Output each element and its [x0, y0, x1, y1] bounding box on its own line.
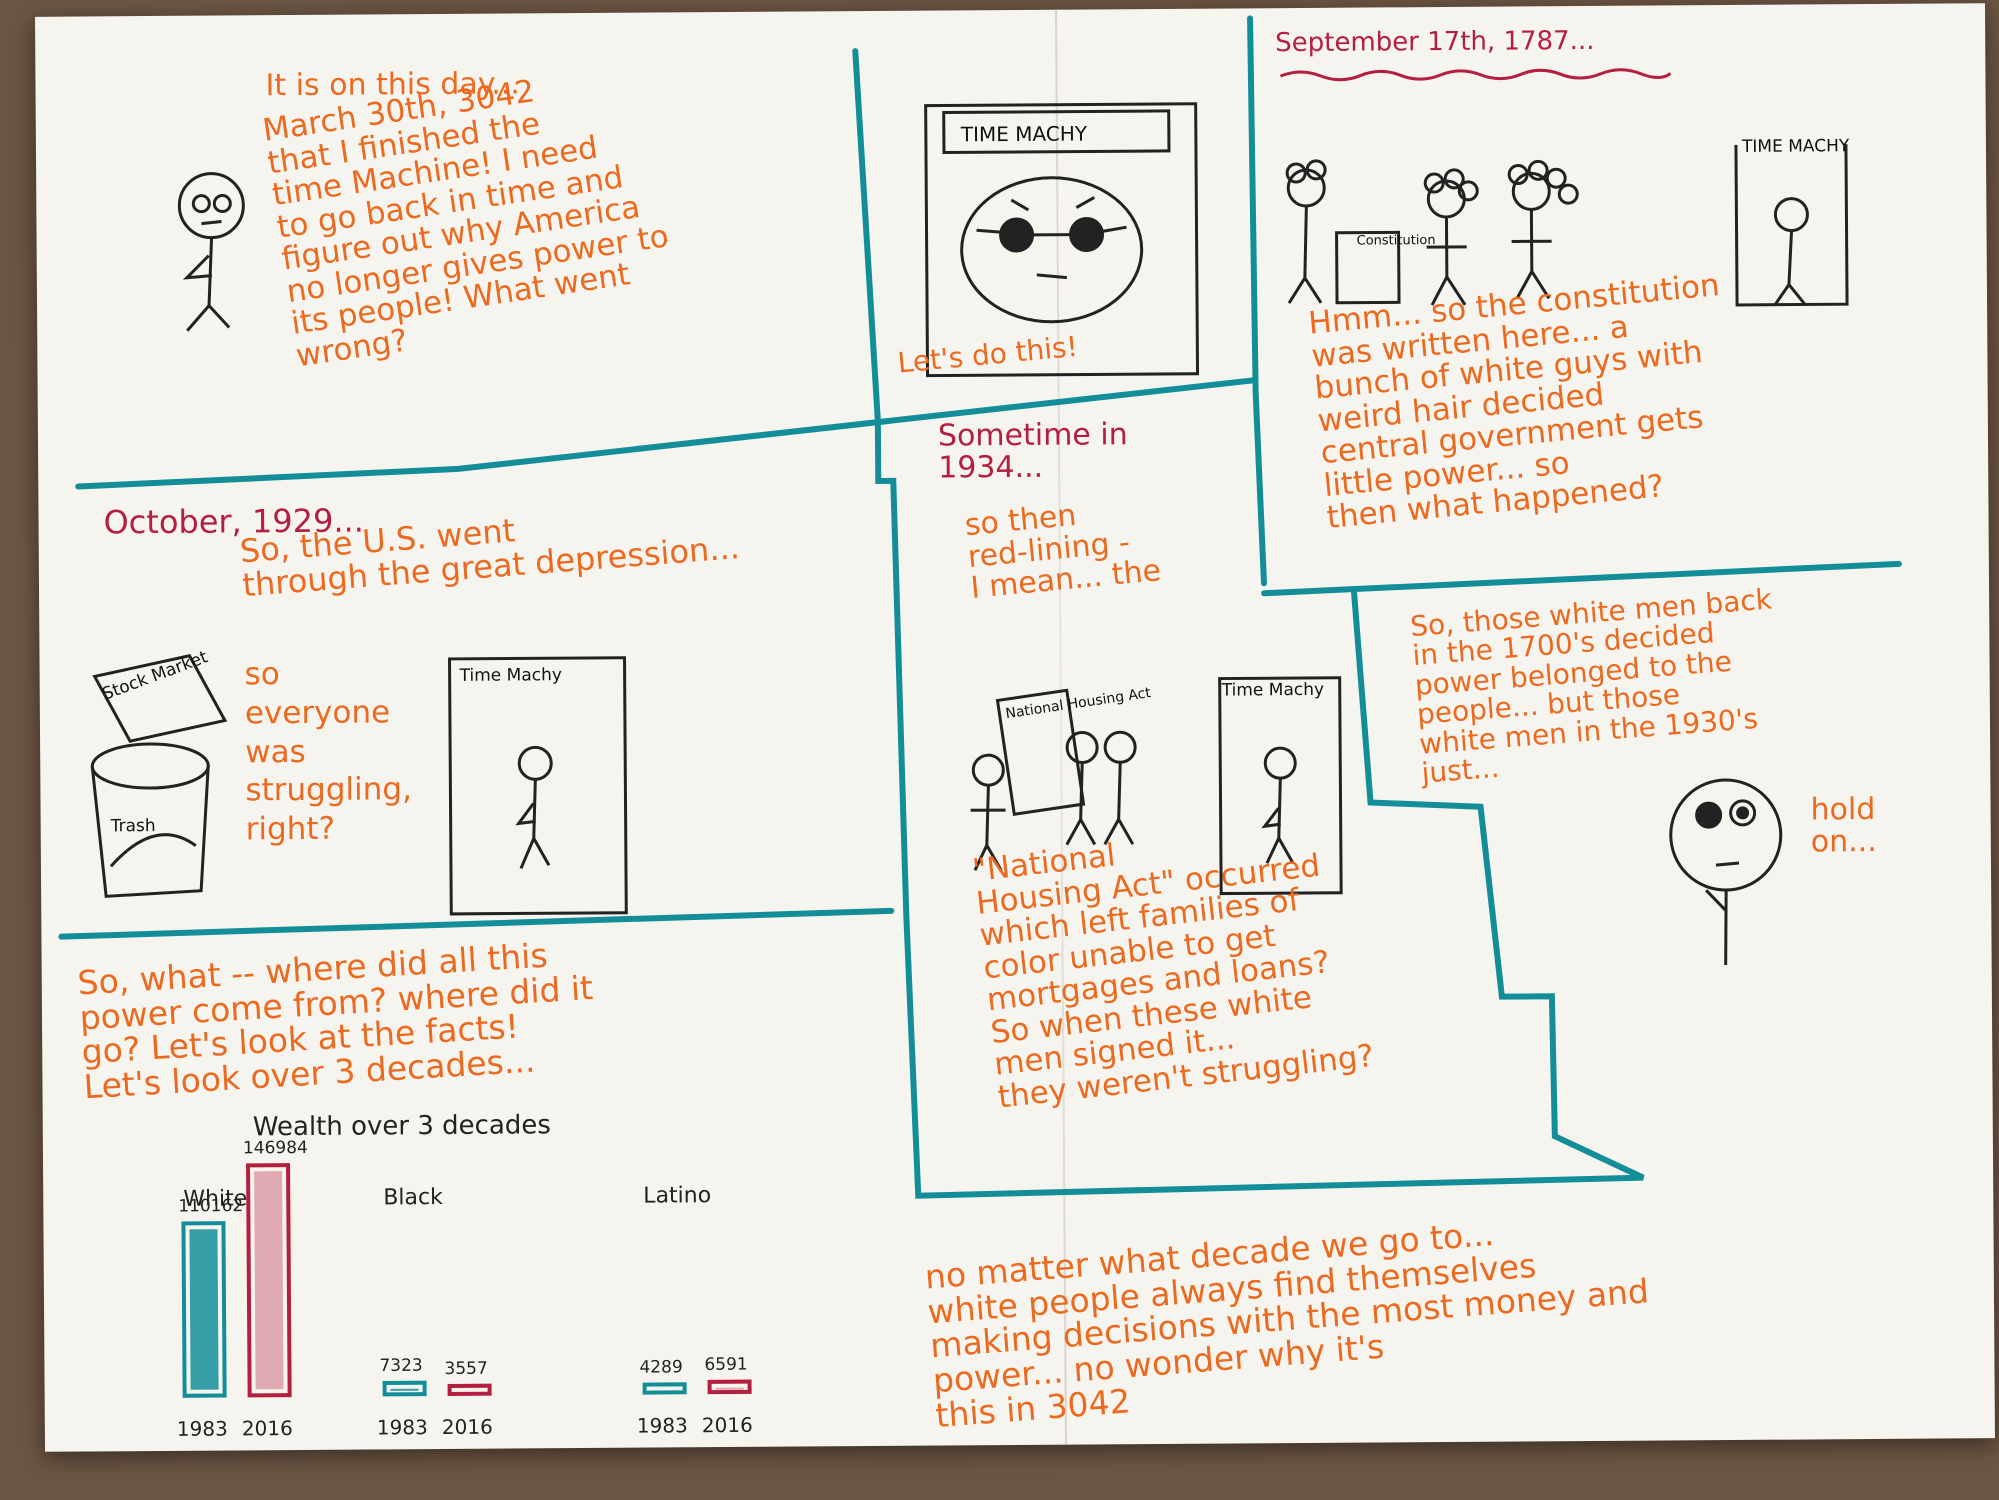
squiggle-underline — [1279, 68, 1672, 82]
group-label: Black — [383, 1185, 443, 1210]
value-label: 146984 — [243, 1138, 308, 1158]
value-label: 4289 — [639, 1357, 682, 1377]
value-label: 110162 — [178, 1196, 243, 1216]
value-label: 6591 — [704, 1355, 747, 1375]
chart-bar-fill — [254, 1171, 284, 1390]
value-label: 3557 — [444, 1359, 487, 1379]
time-machine-icon — [447, 656, 628, 916]
panel-1-text: March 30th, 3042 that I finished the tim… — [260, 73, 671, 375]
time-machine-label: Time Machy — [1221, 679, 1325, 701]
year-label: 2016 — [242, 1416, 293, 1440]
year-label: 2016 — [442, 1415, 493, 1439]
year-label: 1983 — [177, 1417, 228, 1441]
chart-bar-fill — [455, 1391, 484, 1394]
time-machine-label: TIME MACHY — [1741, 136, 1850, 157]
time-machine-label: Time Machy — [459, 665, 562, 686]
wealth-chart: Wealth over 3 decadesWhite11016219831469… — [177, 1110, 753, 1441]
group-label: Latino — [643, 1183, 711, 1208]
year-label: 2016 — [702, 1413, 753, 1437]
panel-4-side-text: so everyone was struggling, right? — [244, 656, 413, 848]
panel-5-text: "National Housing Act" occurred which le… — [970, 837, 1376, 1116]
chart-bar — [382, 1380, 427, 1397]
comic-paper: It is on this day... March 30th, 3042 th… — [35, 3, 1995, 1452]
chart-bar-fill — [650, 1390, 679, 1393]
stick-figure-icon — [177, 172, 245, 332]
year-label: 1983 — [637, 1413, 688, 1437]
chart-bar — [707, 1379, 752, 1395]
year-label: 1983 — [377, 1415, 428, 1439]
panel-5-intro: so then red-lining - I mean... the — [963, 497, 1163, 606]
panel-3-date: September 17th, 1787... — [1275, 25, 1595, 59]
panel-6-aside: hold on... — [1810, 791, 1877, 859]
time-machine-label: TIME MACHY — [960, 121, 1088, 147]
chart-bar-fill — [189, 1229, 219, 1390]
value-label: 7323 — [379, 1356, 422, 1376]
panel-5-date: Sometime in 1934... — [937, 417, 1128, 486]
chart-bar-fill — [715, 1387, 744, 1390]
panel-7-text: So, what -- where did all this power com… — [76, 935, 594, 1107]
chart-bar-fill — [390, 1388, 419, 1391]
constitution-sign: Constitution — [1356, 233, 1436, 249]
trash-label: Trash — [110, 816, 156, 837]
panel-3-text: Hmm... so the constitution was written h… — [1306, 267, 1722, 537]
thinking-figure-icon — [1669, 778, 1783, 966]
panel-6-text: So, those white men back in the 1700's d… — [1409, 582, 1774, 790]
